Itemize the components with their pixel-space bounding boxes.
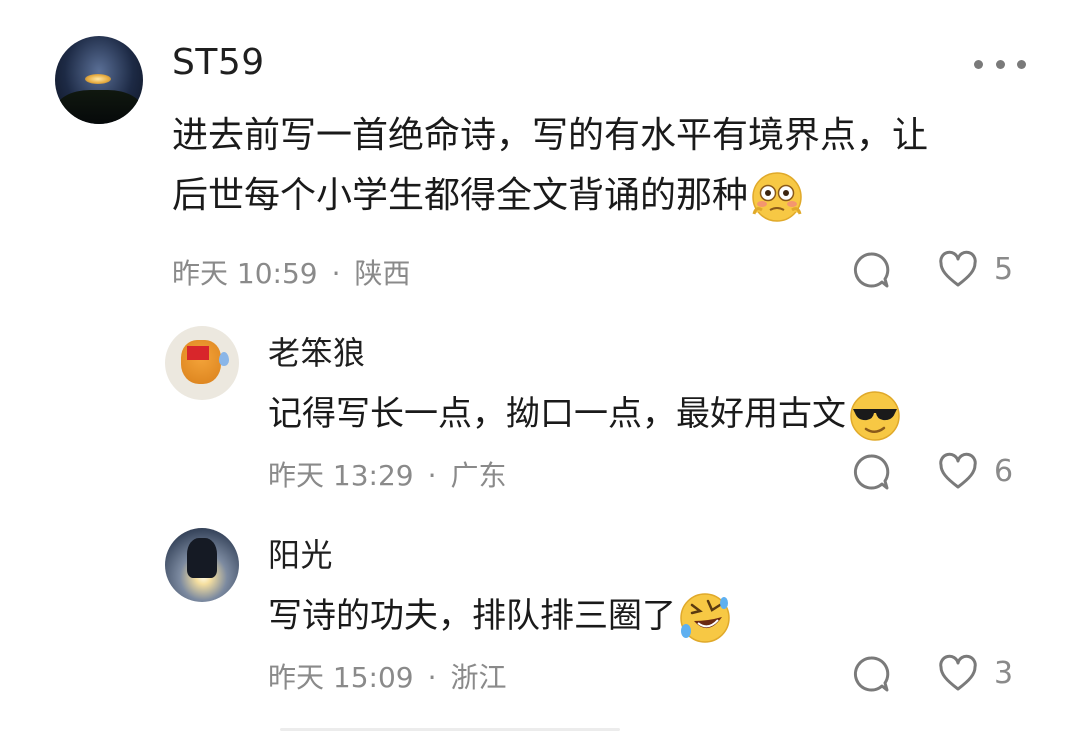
reply-text-content: 记得写长一点，拗口一点，最好用古文 bbox=[268, 394, 846, 434]
avatar-light bbox=[85, 74, 111, 84]
like-count: 6 bbox=[994, 454, 1014, 489]
meta-separator: · bbox=[427, 661, 437, 694]
comment-text-line-1: 进去前写一首绝命诗，写的有水平有境界点，让 bbox=[172, 115, 929, 156]
reply-text: 写诗的功夫，排队排三圈了 bbox=[268, 588, 732, 645]
rolling-laughing-face-icon bbox=[678, 591, 732, 645]
reply-location: 浙江 bbox=[450, 661, 507, 694]
meta-separator: · bbox=[427, 459, 437, 492]
avatar[interactable] bbox=[165, 326, 239, 400]
reply-text: 记得写长一点，拗口一点，最好用古文 bbox=[268, 386, 902, 443]
avatar-hand-silhouette bbox=[187, 538, 217, 578]
avatar-drop bbox=[219, 352, 229, 366]
like-icon[interactable] bbox=[938, 452, 978, 492]
reply-icon[interactable] bbox=[851, 452, 891, 492]
comment-location: 陕西 bbox=[354, 257, 411, 290]
avatar[interactable] bbox=[55, 36, 143, 124]
bottom-divider bbox=[280, 728, 620, 731]
more-options-icon[interactable] bbox=[974, 52, 1026, 76]
reply-icon[interactable] bbox=[851, 654, 891, 694]
reply-username[interactable]: 阳光 bbox=[268, 530, 333, 576]
comment-time: 昨天 10:59 bbox=[172, 257, 318, 290]
comment-text-line-2: 后世每个小学生都得全文背诵的那种 bbox=[172, 166, 1052, 226]
reply-icon[interactable] bbox=[851, 250, 891, 290]
reply-location: 广东 bbox=[450, 459, 507, 492]
comment-text-line-2-content: 后世每个小学生都得全文背诵的那种 bbox=[172, 175, 749, 216]
comment-meta: 昨天 10:59 · 陕西 bbox=[172, 252, 411, 292]
comment-username[interactable]: ST59 bbox=[172, 42, 265, 83]
like-count: 3 bbox=[994, 656, 1014, 691]
meta-separator: · bbox=[331, 257, 341, 290]
like-icon[interactable] bbox=[938, 250, 978, 290]
avatar-flag bbox=[187, 346, 209, 360]
avatar[interactable] bbox=[165, 528, 239, 602]
flushed-face-icon bbox=[750, 170, 804, 224]
reply-time: 昨天 13:29 bbox=[268, 459, 414, 492]
reply-meta: 昨天 15:09 · 浙江 bbox=[268, 656, 507, 696]
like-icon[interactable] bbox=[938, 654, 978, 694]
comment-text: 进去前写一首绝命诗，写的有水平有境界点，让 后世每个小学生都得全文背诵的那种 bbox=[172, 106, 1052, 226]
reply-meta: 昨天 13:29 · 广东 bbox=[268, 454, 507, 494]
reply-text-content: 写诗的功夫，排队排三圈了 bbox=[268, 596, 676, 636]
reply-time: 昨天 15:09 bbox=[268, 661, 414, 694]
sunglasses-face-icon bbox=[848, 389, 902, 443]
like-count: 5 bbox=[994, 252, 1014, 287]
reply-username[interactable]: 老笨狼 bbox=[268, 328, 366, 374]
avatar-silhouette bbox=[55, 90, 143, 124]
